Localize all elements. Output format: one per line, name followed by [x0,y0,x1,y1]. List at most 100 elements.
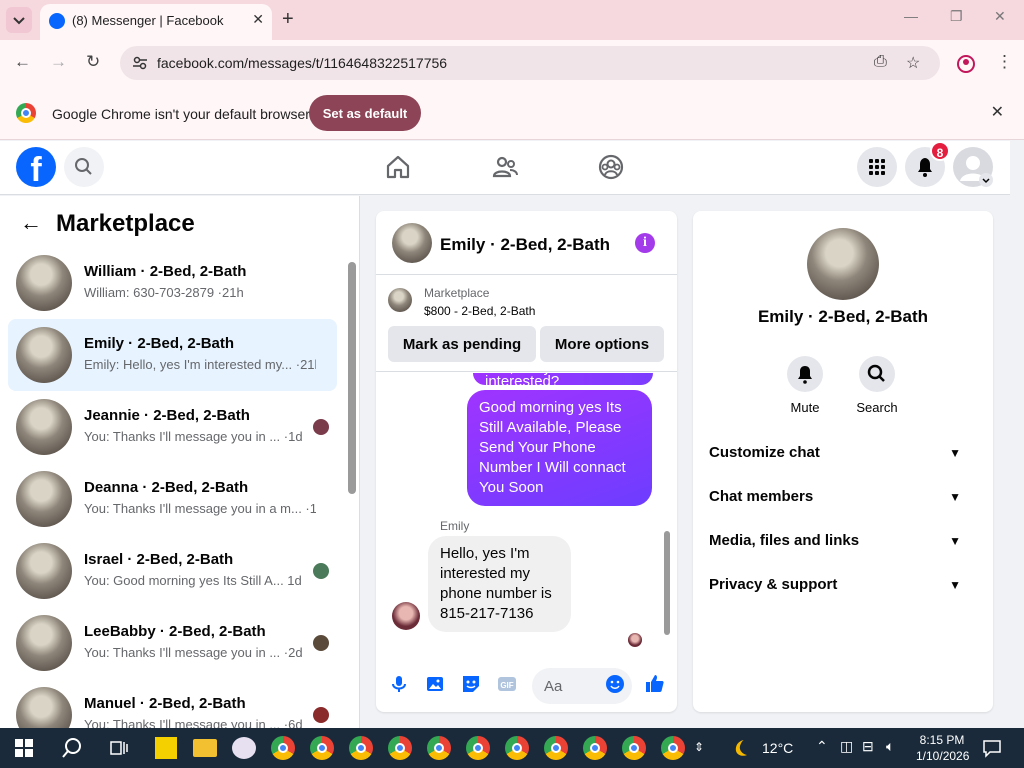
chevron-down-icon [979,173,993,187]
more-options-button[interactable]: More options [540,326,664,362]
gif-icon[interactable]: GIF [496,673,518,695]
menu-grid-button[interactable] [857,147,897,187]
tray-device-icon[interactable]: ◫ [840,738,853,755]
chevron-up-down-icon[interactable]: ⇕ [694,740,704,754]
section-label: Media, files and links [709,532,860,549]
privacy-support-section[interactable]: Privacy & support ▼ [709,576,977,604]
message-thread: Yes, are you interested? Good morning ye… [376,373,677,653]
conversation-preview: You: Thanks I'll message you in ... ·1d [84,429,303,444]
site-info-icon[interactable] [132,55,148,71]
chat-title[interactable]: Emily · 2-Bed, 2-Bath [440,235,610,255]
chrome-taskbar-icon[interactable] [505,736,529,760]
bell-icon [787,356,823,392]
customize-chat-section[interactable]: Customize chat ▼ [709,444,977,472]
set-as-default-button[interactable]: Set as default [309,95,421,131]
media-files-links-section[interactable]: Media, files and links ▼ [709,532,977,560]
profile-avatar[interactable] [807,228,879,300]
temperature: 12°C [762,740,794,756]
info-icon[interactable]: i [635,233,655,253]
back-arrow-icon[interactable]: ← [14,52,31,72]
groups-icon[interactable] [597,153,625,181]
outgoing-message-partial: Yes, are you interested? [473,373,653,389]
friends-icon[interactable] [491,153,519,181]
conversation-item[interactable]: Manuel · 2-Bed, 2-Bath You: Thanks I'll … [8,679,337,728]
thumbs-up-icon[interactable] [644,673,666,695]
back-arrow-icon[interactable]: ← [20,210,42,236]
sticker-icon[interactable] [460,673,482,695]
search-button[interactable] [64,147,104,187]
file-explorer-icon[interactable] [193,739,217,757]
chrome-taskbar-icon[interactable] [661,736,685,760]
chrome-taskbar-icon[interactable] [544,736,568,760]
chrome-taskbar-icon[interactable] [388,736,412,760]
microphone-icon[interactable] [388,673,410,695]
chrome-taskbar-icon[interactable] [427,736,451,760]
conversation-item[interactable]: Israel · 2-Bed, 2-Bath You: Good morning… [8,535,337,607]
install-app-icon[interactable]: ⎙ [874,53,887,71]
emoji-icon[interactable] [604,673,626,695]
chat-members-section[interactable]: Chat members ▼ [709,488,977,516]
chrome-taskbar-icon[interactable] [310,736,334,760]
facebook-logo-icon[interactable]: f [16,147,56,187]
menu-kebab-icon[interactable]: ⋮ [996,52,1013,72]
listing-price[interactable]: $800 - 2-Bed, 2-Bath [424,304,535,318]
address-bar[interactable]: facebook.com/messages/t/1164648322517756… [120,46,940,80]
bookmark-star-icon[interactable]: ☆ [906,53,920,73]
conversation-preview: Emily: Hello, yes I'm interested my... ·… [84,357,316,372]
chrome-taskbar-icon[interactable] [622,736,646,760]
chevron-up-icon[interactable]: ⌃ [816,738,828,755]
search-chat-button[interactable]: Search [842,356,912,415]
message-scrollbar[interactable] [664,531,670,635]
tab-search-button[interactable] [6,7,32,33]
conversation-list-scrollbar[interactable] [348,262,356,494]
task-view-icon[interactable] [109,738,129,758]
search-icon[interactable] [60,736,84,760]
profile-name: Emily · 2-Bed, 2-Bath [757,307,929,326]
listing-thumbnail[interactable] [388,288,412,312]
close-window-icon[interactable]: ✕ [994,8,1006,25]
mark-as-pending-button[interactable]: Mark as pending [388,326,536,362]
volume-icon[interactable]: 🔈︎ [886,738,894,755]
close-infobar-icon[interactable]: ✕ [991,102,1004,122]
chrome-taskbar-icon[interactable] [466,736,490,760]
moon-weather-icon[interactable] [730,737,752,759]
minimize-icon[interactable]: — [904,8,918,24]
windows-start-icon[interactable] [15,739,33,757]
chrome-taskbar-icon[interactable] [583,736,607,760]
facebook-header: f 8 [0,141,1010,195]
close-tab-icon[interactable]: ✕ [252,11,264,28]
paint-icon[interactable] [232,737,256,759]
chrome-taskbar-icon[interactable] [271,736,295,760]
network-icon[interactable]: ⊟ [862,738,874,755]
listing-avatar [16,255,72,311]
home-icon[interactable] [384,153,412,181]
message-composer: GIF [376,661,677,712]
notification-center-icon[interactable] [982,738,1002,758]
conversation-item-active[interactable]: Emily · 2-Bed, 2-Bath Emily: Hello, yes … [8,319,337,391]
photo-icon[interactable] [424,673,446,695]
chat-avatar[interactable] [392,223,432,263]
listing-avatar [16,543,72,599]
restore-icon[interactable]: ❐ [950,8,963,25]
reload-icon[interactable]: ↻ [86,52,100,72]
mute-button[interactable]: Mute [770,356,840,415]
profile-icon[interactable] [956,54,976,74]
conversation-item[interactable]: Deanna · 2-Bed, 2-Bath You: Thanks I'll … [8,463,337,535]
conversation-item[interactable]: William · 2-Bed, 2-Bath William: 630-703… [8,247,337,319]
infobar-message: Google Chrome isn't your default browser [52,106,310,122]
browser-tab[interactable]: (8) Messenger | Facebook ✕ [40,4,272,40]
conversation-preview: You: Thanks I'll message you in ... ·6d [84,717,303,728]
new-tab-icon[interactable]: + [282,8,294,31]
svg-text:GIF: GIF [500,681,513,690]
clock[interactable]: 8:15 PM 1/10/2026 [916,732,969,764]
chrome-taskbar-icon[interactable] [349,736,373,760]
forward-arrow-icon[interactable]: → [50,52,67,72]
chat-panel: Emily · 2-Bed, 2-Bath i Marketplace $800… [376,211,677,712]
search-icon [859,356,895,392]
seen-avatar-icon [313,707,329,723]
conversation-item[interactable]: LeeBabby · 2-Bed, 2-Bath You: Thanks I'l… [8,607,337,679]
sticky-notes-icon[interactable] [155,737,177,759]
conversation-item[interactable]: Jeannie · 2-Bed, 2-Bath You: Thanks I'll… [8,391,337,463]
account-avatar[interactable] [953,147,993,187]
conversation-name: Jeannie · 2-Bed, 2-Bath [84,407,250,424]
